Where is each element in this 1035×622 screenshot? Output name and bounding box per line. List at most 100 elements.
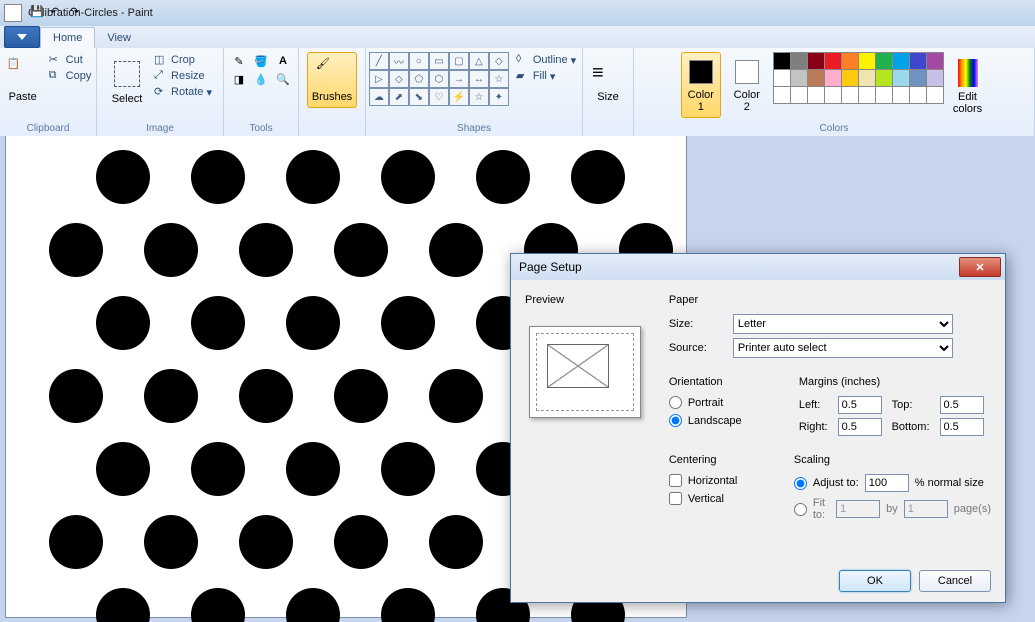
- color-swatch[interactable]: [773, 69, 791, 87]
- adjust-to-radio[interactable]: [794, 477, 807, 490]
- undo-icon[interactable]: ↶: [50, 5, 66, 21]
- color-swatch[interactable]: [892, 86, 910, 104]
- color-swatch[interactable]: [790, 52, 808, 70]
- calibration-dot: [429, 223, 483, 277]
- eraser-tool-icon[interactable]: ◨: [230, 70, 248, 88]
- size-icon: ≡: [592, 57, 624, 89]
- brushes-button[interactable]: 🖌 Brushes: [307, 52, 357, 108]
- outline-icon: ◊: [516, 53, 530, 67]
- adjust-to-input[interactable]: [865, 474, 909, 492]
- color-swatch[interactable]: [824, 69, 842, 87]
- color-swatch[interactable]: [841, 52, 859, 70]
- calibration-dot: [191, 442, 245, 496]
- color-swatch[interactable]: [773, 86, 791, 104]
- preview-box: [529, 326, 641, 418]
- cut-button[interactable]: ✂Cut: [46, 52, 95, 68]
- magnifier-tool-icon[interactable]: 🔍: [274, 70, 292, 88]
- edit-colors-button[interactable]: Edit colors: [948, 52, 987, 120]
- margin-bottom-input[interactable]: [940, 418, 984, 436]
- margin-right-input[interactable]: [838, 418, 882, 436]
- color-swatch[interactable]: [824, 86, 842, 104]
- color-swatch[interactable]: [790, 86, 808, 104]
- group-label-image: Image: [146, 123, 174, 134]
- fill-tool-icon[interactable]: 🪣: [252, 52, 270, 70]
- paper-size-select[interactable]: Letter: [733, 314, 953, 334]
- color-swatch[interactable]: [858, 69, 876, 87]
- calibration-dot: [239, 369, 293, 423]
- color-swatch[interactable]: [807, 69, 825, 87]
- color2-button[interactable]: Color 2: [727, 52, 767, 118]
- copy-button[interactable]: ⧉Copy: [46, 68, 95, 84]
- color-swatch[interactable]: [909, 52, 927, 70]
- color-swatch[interactable]: [926, 86, 944, 104]
- color-swatch[interactable]: [892, 52, 910, 70]
- calibration-dot: [191, 150, 245, 204]
- calibration-dot: [334, 515, 388, 569]
- calibration-dot: [381, 588, 435, 622]
- color-swatch[interactable]: [909, 86, 927, 104]
- rotate-button[interactable]: ⟳Rotate ▾: [151, 84, 215, 100]
- color-swatch[interactable]: [841, 69, 859, 87]
- cancel-button[interactable]: Cancel: [919, 570, 991, 592]
- margin-top-input[interactable]: [940, 396, 984, 414]
- group-tools: ✎ 🪣 A ◨ 💧 🔍 Tools: [224, 48, 299, 136]
- file-menu-button[interactable]: [4, 26, 40, 48]
- color-swatch[interactable]: [773, 52, 791, 70]
- margin-left-input[interactable]: [838, 396, 882, 414]
- color-swatches[interactable]: [773, 52, 942, 102]
- color-swatch[interactable]: [807, 86, 825, 104]
- page-setup-dialog: Page Setup ✕ Preview Paper Size: Letter …: [510, 253, 1006, 603]
- select-icon: [114, 61, 140, 87]
- quick-access-toolbar: 💾 ↶ ↷: [30, 5, 86, 21]
- pencil-tool-icon[interactable]: ✎: [230, 52, 248, 70]
- paste-button[interactable]: 📋 Paste: [2, 52, 44, 108]
- color-swatch[interactable]: [892, 69, 910, 87]
- dialog-close-button[interactable]: ✕: [959, 257, 1001, 277]
- resize-button[interactable]: ⤢Resize: [151, 68, 215, 84]
- size-label: Size:: [669, 318, 727, 330]
- calibration-dot: [191, 588, 245, 622]
- shape-outline-button[interactable]: ◊Outline ▾: [513, 52, 579, 68]
- crop-button[interactable]: ◫Crop: [151, 52, 215, 68]
- picker-tool-icon[interactable]: 💧: [252, 70, 270, 88]
- copy-icon: ⧉: [49, 69, 63, 83]
- shapes-gallery[interactable]: ╱〰○▭▢△◇ ▷◇⬠⬡→↔☆ ☁⬈⬊♡⚡☆✦: [369, 52, 507, 104]
- crop-icon: ◫: [154, 53, 168, 67]
- shape-fill-button[interactable]: ▰Fill ▾: [513, 68, 579, 84]
- text-tool-icon[interactable]: A: [274, 52, 292, 70]
- ok-button[interactable]: OK: [839, 570, 911, 592]
- centering-label: Centering: [669, 454, 764, 466]
- calibration-dot: [144, 515, 198, 569]
- paper-source-select[interactable]: Printer auto select: [733, 338, 953, 358]
- color-swatch[interactable]: [841, 86, 859, 104]
- color-swatch[interactable]: [858, 86, 876, 104]
- edit-colors-icon: [958, 59, 978, 87]
- save-icon[interactable]: 💾: [30, 5, 46, 21]
- color-swatch[interactable]: [909, 69, 927, 87]
- landscape-radio[interactable]: [669, 414, 682, 427]
- tab-home[interactable]: Home: [40, 27, 95, 48]
- color-swatch[interactable]: [875, 52, 893, 70]
- color-swatch[interactable]: [790, 69, 808, 87]
- color-swatch[interactable]: [926, 69, 944, 87]
- redo-icon[interactable]: ↷: [70, 5, 86, 21]
- dialog-titlebar[interactable]: Page Setup ✕: [511, 254, 1005, 280]
- size-button[interactable]: ≡ Size: [587, 52, 629, 108]
- color-swatch[interactable]: [824, 52, 842, 70]
- color1-button[interactable]: Color 1: [681, 52, 721, 118]
- tab-view[interactable]: View: [95, 28, 143, 48]
- color-swatch[interactable]: [807, 52, 825, 70]
- color-swatch[interactable]: [858, 52, 876, 70]
- center-horizontal-check[interactable]: [669, 474, 682, 487]
- color-swatch[interactable]: [875, 86, 893, 104]
- color-swatch[interactable]: [875, 69, 893, 87]
- portrait-radio[interactable]: [669, 396, 682, 409]
- window-titlebar: Calibration-Circles - Paint: [0, 0, 1035, 26]
- center-vertical-check[interactable]: [669, 492, 682, 505]
- select-button[interactable]: Select: [105, 52, 149, 110]
- color-swatch[interactable]: [926, 52, 944, 70]
- rotate-icon: ⟳: [154, 85, 168, 99]
- calibration-dot: [429, 369, 483, 423]
- ribbon: 📋 Paste ✂Cut ⧉Copy Clipboard Select ◫Cro…: [0, 48, 1035, 137]
- fit-to-radio[interactable]: [794, 503, 807, 516]
